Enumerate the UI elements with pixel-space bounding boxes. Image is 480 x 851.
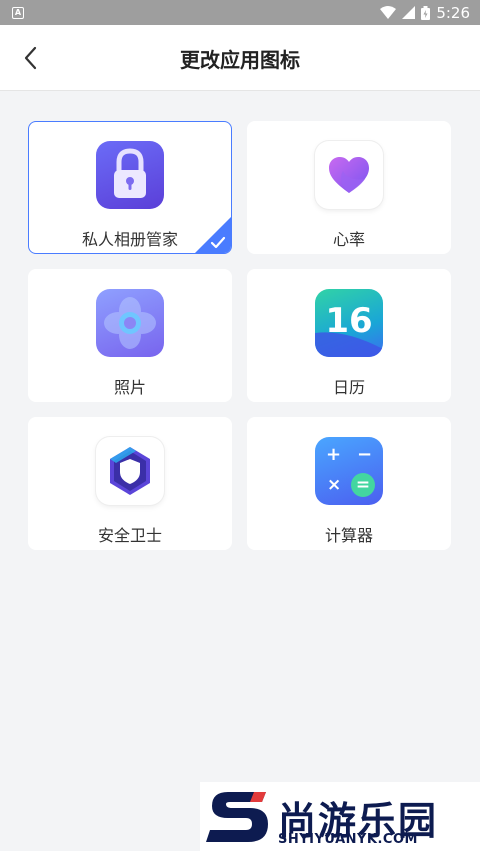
calc-plus: + xyxy=(326,444,342,465)
icon-option-label: 日历 xyxy=(332,378,365,397)
calc-equals-label: = xyxy=(355,475,371,495)
selected-check-icon xyxy=(195,217,231,253)
icon-options-grid: 私人相册管家 心率 照片 16 日历 安全卫士 + − × = 计算器 xyxy=(28,121,452,550)
icon-option-calculator[interactable]: + − × = 计算器 xyxy=(247,417,451,550)
calc-times: × xyxy=(327,475,342,495)
icon-option-private-album[interactable]: 私人相册管家 xyxy=(28,121,232,254)
icon-option-label: 私人相册管家 xyxy=(81,230,178,249)
icon-option-label: 心率 xyxy=(332,230,365,249)
heart-icon xyxy=(315,141,383,209)
icon-option-security[interactable]: 安全卫士 xyxy=(28,417,232,550)
wifi-icon xyxy=(380,6,397,19)
battery-icon xyxy=(421,5,431,20)
calc-minus: − xyxy=(357,444,373,465)
lock-icon xyxy=(96,141,164,209)
signal-icon xyxy=(402,6,416,19)
icon-option-photos[interactable]: 照片 xyxy=(28,269,232,402)
shield-icon xyxy=(96,437,164,505)
watermark-text-en: SHYIYUANYK.COM xyxy=(278,832,418,847)
app-notification-icon: A xyxy=(12,6,24,19)
icon-option-label: 计算器 xyxy=(324,526,373,545)
top-app-bar: 更改应用图标 xyxy=(0,25,480,91)
icon-option-calendar[interactable]: 16 日历 xyxy=(247,269,451,402)
clock-time: 5:26 xyxy=(436,3,470,22)
watermark-logo: 尚游乐园 SHYIYUANYK.COM xyxy=(200,782,480,851)
calendar-icon: 16 xyxy=(315,289,383,357)
icon-option-label: 安全卫士 xyxy=(97,526,162,545)
icon-option-label: 照片 xyxy=(113,378,146,397)
calendar-day-number: 16 xyxy=(325,301,373,341)
icon-option-heart-rate[interactable]: 心率 xyxy=(247,121,451,254)
page-title: 更改应用图标 xyxy=(180,47,300,72)
calc-equals: = xyxy=(351,473,375,497)
flower-icon xyxy=(96,289,164,357)
calculator-icon: + − × = xyxy=(315,437,383,505)
status-bar: A 5:26 xyxy=(0,0,480,25)
watermark-s-icon xyxy=(206,792,268,842)
